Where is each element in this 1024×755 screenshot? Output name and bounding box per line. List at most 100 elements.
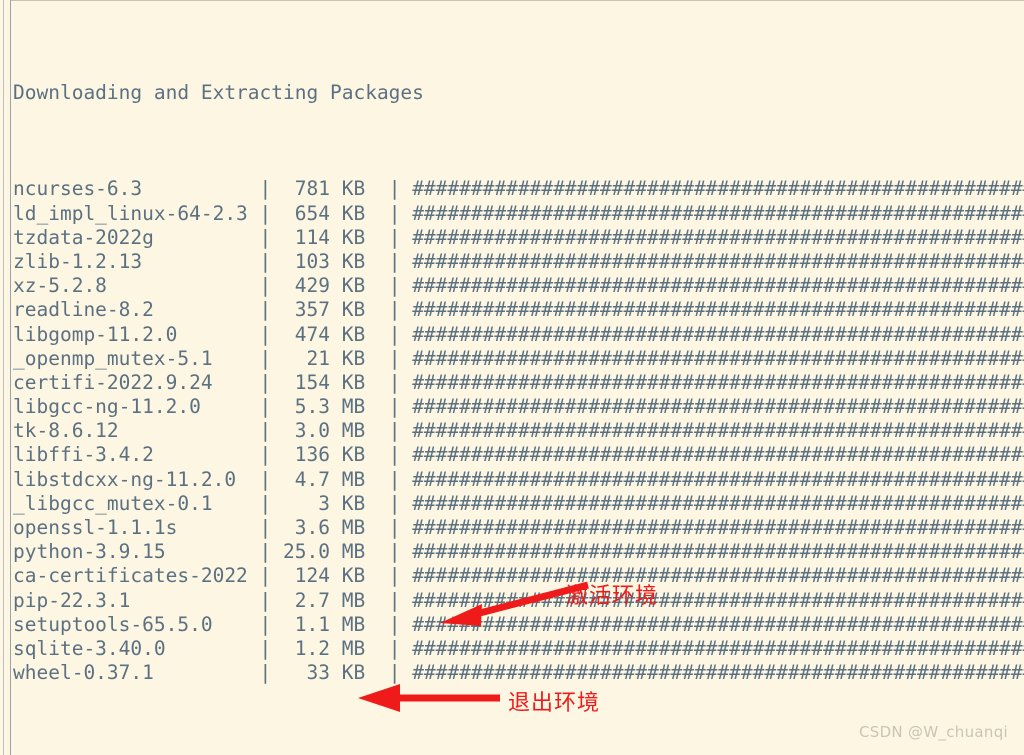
package-name: libgomp-11.2.0 bbox=[13, 322, 260, 346]
package-row: _openmp_mutex-5.1 | 21 KB | ############… bbox=[13, 347, 1024, 371]
column-separator: | bbox=[259, 491, 284, 515]
package-size: 357 KB bbox=[283, 298, 389, 322]
package-name: zlib-1.2.13 bbox=[13, 249, 260, 273]
column-separator: | bbox=[259, 467, 284, 491]
column-separator: | bbox=[388, 491, 413, 515]
window-left-border bbox=[0, 0, 11, 755]
package-name: wheel-0.37.1 bbox=[13, 661, 260, 685]
package-progress-bar: ########################################… bbox=[412, 516, 1024, 540]
column-separator: | bbox=[388, 225, 413, 249]
column-separator: | bbox=[259, 346, 284, 370]
package-size: 25.0 MB bbox=[283, 540, 389, 564]
package-row: pip-22.3.1 | 2.7 MB | ##################… bbox=[13, 589, 1024, 613]
package-progress-bar: ########################################… bbox=[412, 395, 1024, 419]
column-separator: | bbox=[388, 443, 413, 467]
column-separator: | bbox=[388, 467, 413, 491]
package-progress-bar: ########################################… bbox=[412, 540, 1024, 564]
package-size: 429 KB bbox=[283, 274, 389, 298]
download-header-line: Downloading and Extracting Packages bbox=[13, 80, 424, 104]
package-row: libgomp-11.2.0 | 474 KB | ##############… bbox=[13, 323, 1024, 347]
package-size: 136 KB bbox=[283, 443, 389, 467]
package-row: xz-5.2.8 | 429 KB | ####################… bbox=[13, 274, 1024, 298]
column-separator: | bbox=[259, 274, 284, 298]
column-separator: | bbox=[259, 516, 284, 540]
package-progress-bar: ########################################… bbox=[412, 612, 1024, 636]
package-size: 33 KB bbox=[283, 661, 389, 685]
package-size: 5.3 MB bbox=[283, 395, 389, 419]
package-row: readline-8.2 | 357 KB | ################… bbox=[13, 298, 1024, 322]
package-progress-bar: ########################################… bbox=[412, 298, 1024, 322]
column-separator: | bbox=[259, 419, 284, 443]
package-name: python-3.9.15 bbox=[13, 540, 260, 564]
package-row: libstdcxx-ng-11.2.0 | 4.7 MB | #########… bbox=[13, 468, 1024, 492]
package-name: openssl-1.1.1s bbox=[13, 516, 260, 540]
column-separator: | bbox=[259, 177, 284, 201]
package-name: libffi-3.4.2 bbox=[13, 443, 260, 467]
column-separator: | bbox=[388, 322, 413, 346]
package-name: sqlite-3.40.0 bbox=[13, 636, 260, 660]
column-separator: | bbox=[388, 661, 413, 685]
column-separator: | bbox=[259, 370, 284, 394]
column-separator: | bbox=[259, 636, 284, 660]
package-progress-bar: ########################################… bbox=[412, 467, 1024, 491]
package-progress-bar: ########################################… bbox=[412, 322, 1024, 346]
package-name: setuptools-65.5.0 bbox=[13, 612, 260, 636]
package-size: 124 KB bbox=[283, 564, 389, 588]
window-top-border bbox=[0, 0, 1024, 3]
package-progress-bar: ########################################… bbox=[412, 274, 1024, 298]
package-size: 1.2 MB bbox=[283, 636, 389, 660]
column-separator: | bbox=[259, 395, 284, 419]
package-progress-bar: ########################################… bbox=[412, 249, 1024, 273]
package-name: libstdcxx-ng-11.2.0 bbox=[13, 467, 260, 491]
package-size: 3.0 MB bbox=[283, 419, 389, 443]
package-row: zlib-1.2.13 | 103 KB | #################… bbox=[13, 250, 1024, 274]
package-row: certifi-2022.9.24 | 154 KB | ###########… bbox=[13, 371, 1024, 395]
package-name: tzdata-2022g bbox=[13, 225, 260, 249]
column-separator: | bbox=[259, 661, 284, 685]
package-size: 3.6 MB bbox=[283, 516, 389, 540]
column-separator: | bbox=[388, 588, 413, 612]
column-separator: | bbox=[259, 201, 284, 225]
package-size: 154 KB bbox=[283, 370, 389, 394]
column-separator: | bbox=[388, 298, 413, 322]
column-separator: | bbox=[388, 564, 413, 588]
package-progress-bar: ########################################… bbox=[412, 588, 1024, 612]
package-size: 103 KB bbox=[283, 249, 389, 273]
column-separator: | bbox=[259, 564, 284, 588]
package-progress-bar: ########################################… bbox=[412, 225, 1024, 249]
package-size: 2.7 MB bbox=[283, 588, 389, 612]
package-row: sqlite-3.40.0 | 1.2 MB | ###############… bbox=[13, 637, 1024, 661]
column-separator: | bbox=[388, 540, 413, 564]
package-name: _libgcc_mutex-0.1 bbox=[13, 491, 260, 515]
package-size: 474 KB bbox=[283, 322, 389, 346]
package-name: tk-8.6.12 bbox=[13, 419, 260, 443]
column-separator: | bbox=[388, 636, 413, 660]
package-name: pip-22.3.1 bbox=[13, 588, 260, 612]
terminal-console-output[interactable]: Downloading and Extracting Packages ncur… bbox=[13, 8, 1024, 755]
package-size: 1.1 MB bbox=[283, 612, 389, 636]
package-row: ca-certificates-2022 | 124 KB | ########… bbox=[13, 564, 1024, 588]
csdn-watermark: CSDN @W_chuanqi bbox=[858, 723, 1008, 741]
package-name: ld_impl_linux-64-2.3 bbox=[13, 201, 260, 225]
column-separator: | bbox=[259, 540, 284, 564]
column-separator: | bbox=[388, 395, 413, 419]
column-separator: | bbox=[259, 298, 284, 322]
column-separator: | bbox=[388, 201, 413, 225]
package-progress-bar: ########################################… bbox=[412, 661, 1024, 685]
column-separator: | bbox=[388, 516, 413, 540]
package-row: python-3.9.15 | 25.0 MB | ##############… bbox=[13, 540, 1024, 564]
package-row: libgcc-ng-11.2.0 | 5.3 MB | ############… bbox=[13, 395, 1024, 419]
package-progress-bar: ########################################… bbox=[412, 636, 1024, 660]
package-size: 4.7 MB bbox=[283, 467, 389, 491]
column-separator: | bbox=[259, 249, 284, 273]
column-separator: | bbox=[388, 612, 413, 636]
package-size: 654 KB bbox=[283, 201, 389, 225]
package-row: ncurses-6.3 | 781 KB | #################… bbox=[13, 177, 1024, 201]
package-row: ld_impl_linux-64-2.3 | 654 KB | ########… bbox=[13, 202, 1024, 226]
column-separator: | bbox=[259, 443, 284, 467]
column-separator: | bbox=[388, 274, 413, 298]
terminal-window[interactable]: Downloading and Extracting Packages ncur… bbox=[0, 0, 1024, 755]
package-name: _openmp_mutex-5.1 bbox=[13, 346, 260, 370]
package-name: certifi-2022.9.24 bbox=[13, 370, 260, 394]
column-separator: | bbox=[388, 249, 413, 273]
